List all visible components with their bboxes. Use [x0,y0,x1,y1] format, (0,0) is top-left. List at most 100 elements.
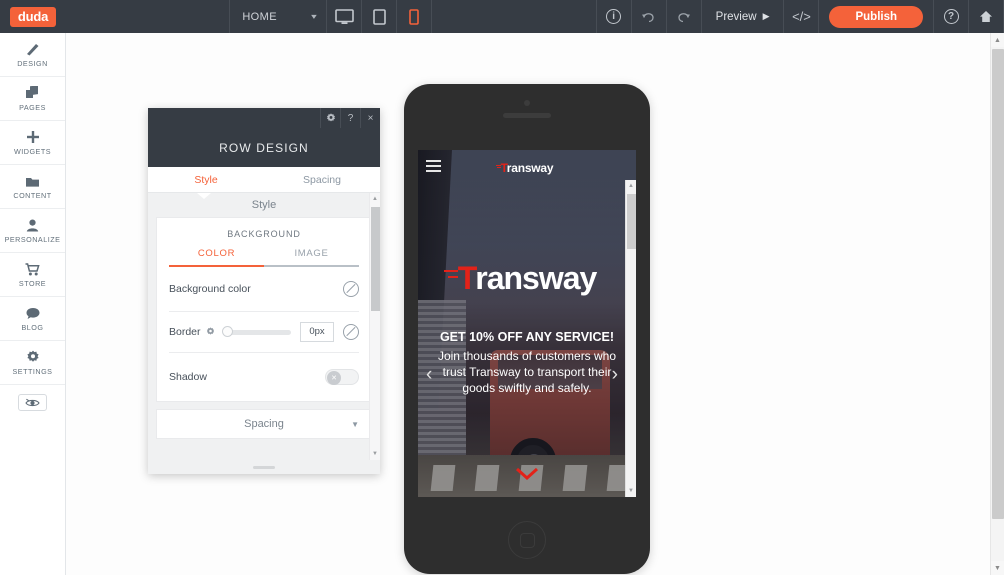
folder-icon [25,174,40,188]
active-tab-notch [197,193,211,199]
cart-icon [25,262,40,276]
page-selector-value: HOME [242,10,277,23]
toolbar-mid-spacer [432,0,595,33]
device-tablet-button[interactable] [362,0,396,33]
spacing-collapse-row[interactable]: Spacing ▼ [156,409,372,439]
redo-button[interactable] [667,0,701,33]
home-button[interactable] [969,0,1003,33]
hero-body-text: Join thousands of customers who trust Tr… [437,348,617,395]
sidebar-item-pages[interactable]: PAGES [0,77,65,121]
tablet-icon [373,8,386,25]
sidebar-item-personalize[interactable]: PERSONALIZE [0,209,65,253]
panel-resize-handle[interactable] [148,460,380,474]
code-button[interactable]: </> [784,0,818,33]
preview-scrollbar[interactable]: ▲ ▼ [625,180,636,497]
sidebar-item-label: WIDGETS [13,146,52,156]
border-controls: 0px [222,322,359,342]
scroll-thumb[interactable] [371,207,380,311]
tab-spacing[interactable]: Spacing [264,167,380,192]
redo-icon [678,13,691,23]
mobile-preview-screen[interactable]: Transway Transway GET 10% OFF ANY SERVIC… [418,150,636,497]
code-icon: </> [792,9,811,24]
home-button[interactable] [508,521,546,559]
style-section-header: Style [251,199,277,211]
panel-title: ROW DESIGN [148,128,380,167]
panel-scrollbar[interactable]: ▲ ▼ [369,193,380,460]
slider-prev-arrow[interactable]: ‹ [426,364,432,386]
info-button[interactable]: i [597,0,631,33]
shadow-row: Shadow ✕ [157,353,371,401]
tab-image[interactable]: IMAGE [264,248,359,267]
tab-style[interactable]: Style [148,167,264,192]
sidebar-item-store[interactable]: STORE [0,253,65,297]
hero-background-image [418,150,636,497]
row-design-panel: ? × ROW DESIGN Style Spacing Style BACKG… [148,108,380,474]
scroll-up-icon[interactable]: ▲ [370,193,380,205]
sidebar-item-design[interactable]: DESIGN [0,33,65,77]
border-label-text: Border [169,326,201,338]
front-camera [524,100,530,106]
slider-knob[interactable] [222,326,233,338]
mobile-device-frame: Transway Transway GET 10% OFF ANY SERVIC… [404,84,650,574]
hero-overlay [418,150,636,497]
site-header-logo[interactable]: Transway [418,161,636,175]
help-button[interactable]: ? [934,0,968,33]
eye-slash-icon [25,398,40,406]
device-desktop-button[interactable] [327,0,361,33]
border-row: Border 0px [157,312,371,352]
border-width-slider[interactable] [222,326,291,338]
divider [818,0,820,33]
scroll-down-button[interactable] [515,467,539,485]
page-selector[interactable]: HOME ▾ [230,0,326,33]
scroll-thumb[interactable] [627,194,636,249]
publish-button[interactable]: Publish [829,5,924,28]
scroll-down-icon[interactable]: ▼ [370,448,380,460]
border-label: Border [169,326,215,338]
sidebar-item-label: STORE [18,278,47,288]
device-mobile-button[interactable] [397,0,431,33]
no-color-icon[interactable] [343,324,359,340]
comment-icon [26,306,40,320]
canvas-scrollbar[interactable]: ▲ ▼ [990,33,1004,575]
sidebar-item-settings[interactable]: SETTINGS [0,341,65,385]
scroll-up-icon[interactable]: ▲ [626,180,636,192]
no-color-icon[interactable] [343,281,359,297]
scroll-up-icon[interactable]: ▲ [991,33,1004,47]
play-icon: ▶ [762,11,770,21]
person-icon [26,218,39,232]
sidebar-item-label: PERSONALIZE [4,234,61,244]
pages-icon [25,85,40,100]
hero-text-block[interactable]: GET 10% OFF ANY SERVICE! Join thousands … [432,330,622,396]
top-toolbar: duda HOME ▾ i Preview ▶ </> Publish ? [0,0,1004,33]
chevron-down-icon: ▼ [351,419,359,429]
home-icon [980,11,993,22]
sidebar-item-blog[interactable]: BLOG [0,297,65,341]
panel-help-button[interactable]: ? [340,108,360,128]
scroll-down-icon[interactable]: ▼ [626,485,636,497]
gear-icon [26,350,40,364]
slider-next-arrow[interactable]: › [612,364,618,386]
scroll-down-icon[interactable]: ▼ [991,561,1004,575]
brand-logo[interactable]: duda [0,0,66,33]
shadow-toggle[interactable]: ✕ [325,369,359,385]
brand-logo-text: duda [9,6,57,27]
background-card: BACKGROUND COLOR IMAGE Background color … [156,217,372,402]
preview-button[interactable]: Preview ▶ [702,0,784,33]
background-color-label: Background color [169,283,251,295]
preview-label: Preview [715,10,757,23]
info-icon: i [606,9,622,24]
border-width-input[interactable]: 0px [300,322,334,342]
tab-color[interactable]: COLOR [169,248,264,267]
preview-toggle-button[interactable] [18,394,47,411]
toggle-knob: ✕ [327,371,341,385]
panel-settings-button[interactable] [320,108,340,128]
scroll-thumb[interactable] [992,49,1004,519]
panel-close-button[interactable]: × [360,108,380,128]
hero-logo-text: ransway [475,260,597,296]
resize-grip [253,465,275,469]
background-color-row: Background color [157,267,371,311]
sidebar-item-content[interactable]: CONTENT [0,165,65,209]
sidebar-item-widgets[interactable]: WIDGETS [0,121,65,165]
undo-button[interactable] [632,0,666,33]
gear-icon[interactable] [206,326,215,338]
